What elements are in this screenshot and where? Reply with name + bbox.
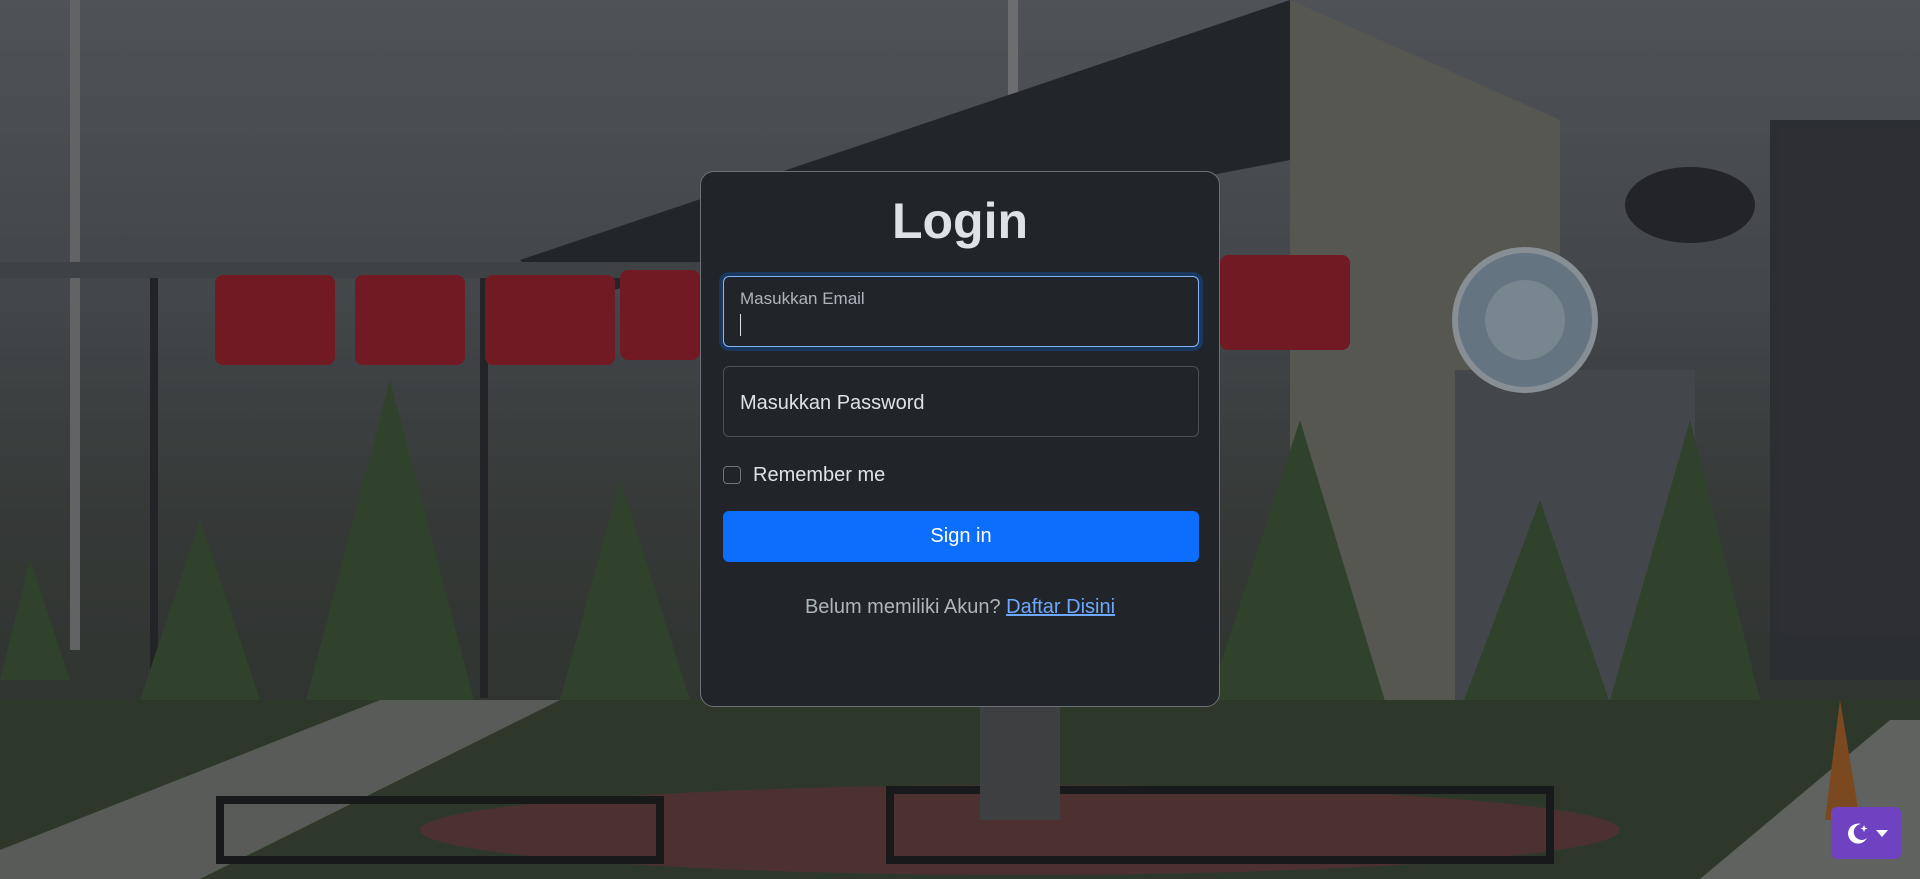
sign-in-button[interactable]: Sign in [723, 511, 1199, 562]
text-cursor [740, 314, 741, 336]
moon-stars-icon [1848, 823, 1868, 844]
remember-me-checkbox[interactable] [723, 466, 741, 484]
remember-me-label[interactable]: Remember me [753, 464, 885, 487]
register-prompt: Belum memiliki Akun? [804, 596, 1001, 618]
theme-toggle-button[interactable] [1831, 807, 1901, 859]
password-placeholder: Masukkan Password [740, 392, 925, 414]
page-title: Login [891, 193, 1029, 249]
register-link[interactable]: Daftar Disini [1006, 596, 1115, 618]
caret-down-icon [1876, 829, 1888, 837]
email-field[interactable]: Masukkan Email [723, 276, 1199, 347]
email-floating-label: Masukkan Email [740, 289, 865, 308]
register-prompt-row: Belum memiliki Akun? Daftar Disini [723, 596, 1197, 619]
remember-me-row[interactable]: Remember me [723, 463, 1197, 487]
login-card: Login Masukkan Email Masukkan Password R… [700, 171, 1220, 707]
password-field[interactable]: Masukkan Password [723, 366, 1199, 437]
